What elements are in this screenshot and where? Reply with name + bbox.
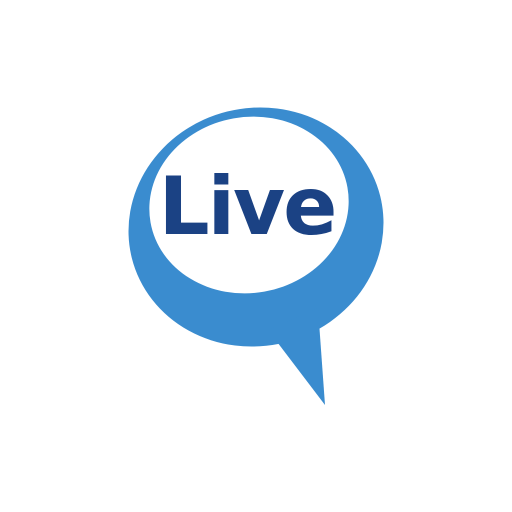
live-chat-logo: Live bbox=[128, 107, 384, 405]
logo-wordmark: Live bbox=[159, 160, 336, 253]
app-icon-canvas: Live bbox=[0, 0, 512, 512]
